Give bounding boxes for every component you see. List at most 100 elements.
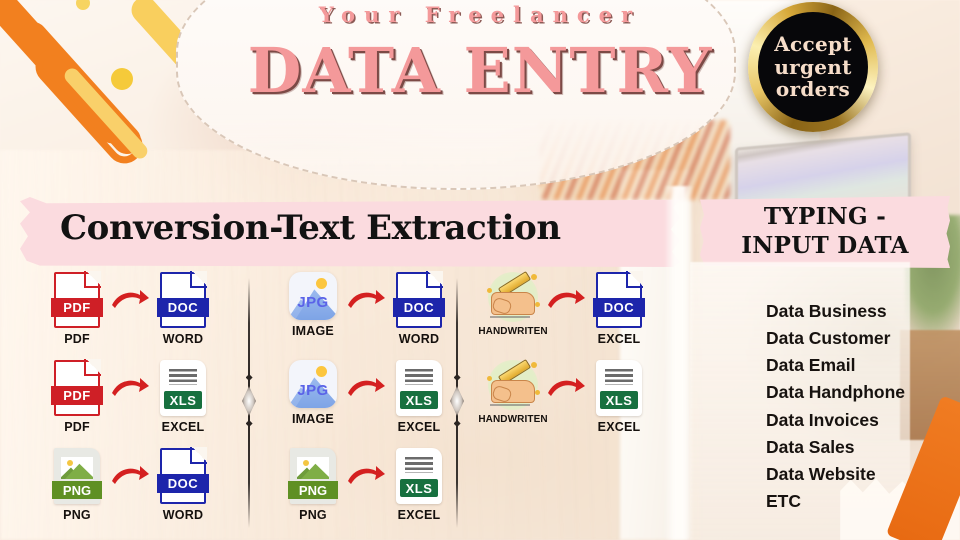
conversion-from[interactable]: PDF PDF	[46, 359, 108, 434]
file-format-tag: PDF	[51, 298, 103, 317]
conversion-from-label: IMAGE	[292, 412, 334, 426]
sun-icon	[316, 278, 327, 289]
file-format-tag: XLS	[400, 479, 438, 497]
text-lines-icon	[405, 369, 433, 385]
conversion-to[interactable]: XLS EXCEL	[588, 360, 650, 434]
typing-list-item: Data Customer	[766, 328, 891, 349]
badge-line-1: Accept	[774, 32, 852, 57]
file-corner-fold	[190, 447, 207, 464]
ornament-divider-1	[242, 278, 256, 528]
png-file-icon: PNG	[52, 448, 102, 504]
pdf-file-icon: PDF	[51, 359, 103, 416]
left-panel-heading: Conversion-Text Extraction	[60, 208, 561, 248]
file-format-tag: DOC	[393, 298, 445, 317]
conversion-from-label: PDF	[64, 420, 90, 434]
arrow-right-icon	[544, 360, 588, 416]
sparkle-2	[487, 288, 492, 293]
conversion-from-label: PDF	[64, 332, 90, 346]
arrow-right-icon	[544, 272, 588, 328]
text-lines-icon	[605, 369, 633, 385]
right-panel-heading-line-1: TYPING -	[763, 203, 887, 230]
conversion-from[interactable]: HANDWRITEN	[478, 271, 548, 337]
picture-thumb-icon	[297, 457, 329, 479]
handwriting-icon	[485, 359, 541, 410]
conversion-to[interactable]: DOC WORD	[152, 447, 214, 522]
sun-icon	[67, 460, 73, 466]
divider-diamond-icon	[450, 386, 464, 416]
ornament-divider-2	[450, 278, 464, 528]
text-lines-icon	[169, 369, 197, 385]
file-format-tag: XLS	[164, 391, 202, 409]
file-corner-fold	[84, 271, 101, 288]
conversion-to[interactable]: DOC EXCEL	[588, 271, 650, 346]
sparkle-3	[535, 390, 540, 395]
pdf-file-icon: PDF	[51, 271, 103, 328]
divider-knob-top	[453, 374, 461, 381]
arrow-right-icon	[344, 360, 388, 416]
conversion-to-label: EXCEL	[161, 420, 205, 434]
doc-file-icon: DOC	[157, 447, 209, 504]
doc-file-icon: DOC	[393, 271, 445, 328]
divider-knob-bottom	[453, 420, 461, 427]
file-corner-fold	[426, 271, 443, 288]
file-corner-fold	[626, 271, 643, 288]
typing-list-item: Data Handphone	[766, 382, 906, 403]
badge-inner: Accept urgent orders	[758, 12, 868, 122]
xls-file-icon: XLS	[596, 360, 642, 416]
file-format-tag: PDF	[51, 386, 103, 405]
doc-file-icon: DOC	[593, 271, 645, 328]
file-corner-fold	[190, 271, 207, 288]
arrow-right-icon	[344, 448, 388, 504]
conversion-to-label: WORD	[398, 332, 440, 346]
right-panel-heading-line-2: INPUT DATA	[741, 231, 909, 259]
sparkle-1	[531, 362, 537, 368]
conversion-to[interactable]: XLS EXCEL	[388, 448, 450, 522]
conversion-from-label: HANDWRITEN	[478, 326, 548, 337]
conversion-to-label: WORD	[162, 508, 204, 522]
writing-line-icon	[490, 316, 530, 318]
sparkle-1	[531, 274, 537, 280]
file-format-tag: JPG	[297, 382, 329, 399]
conversion-to-label: EXCEL	[597, 420, 641, 434]
conversion-to-label: EXCEL	[597, 332, 641, 346]
arrow-right-icon	[108, 272, 152, 328]
conversion-from[interactable]: JPG IMAGE	[282, 360, 344, 426]
doc-file-icon: DOC	[157, 271, 209, 328]
sparkle-3	[535, 302, 540, 307]
badge-line-3: orders	[775, 77, 851, 102]
file-format-tag: PNG	[52, 481, 102, 499]
typing-list-item: Data Business	[766, 301, 887, 321]
conversion-from[interactable]: JPG IMAGE	[282, 272, 344, 338]
jpg-image-icon: JPG	[289, 360, 337, 408]
typing-list-item: Data Email	[766, 355, 856, 376]
divider-knob-top	[245, 374, 253, 381]
conversion-to-label: EXCEL	[397, 508, 441, 522]
conversion-from[interactable]: PNG PNG	[282, 448, 344, 522]
picture-thumb-icon	[61, 457, 93, 479]
file-format-tag: DOC	[157, 474, 209, 493]
conversion-to[interactable]: DOC WORD	[152, 271, 214, 346]
writing-line-icon	[490, 404, 530, 406]
conversion-to-label: WORD	[162, 332, 204, 346]
conversion-from-label: HANDWRITEN	[478, 414, 548, 425]
divider-diamond-icon	[242, 386, 256, 416]
conversion-to[interactable]: DOC WORD	[388, 271, 450, 346]
conversion-from[interactable]: PNG PNG	[46, 448, 108, 522]
file-corner-fold	[84, 359, 101, 376]
conversion-from-label: IMAGE	[292, 324, 334, 338]
png-file-icon: PNG	[288, 448, 338, 504]
accept-urgent-orders-badge[interactable]: Accept urgent orders	[748, 2, 878, 132]
file-format-tag: XLS	[400, 391, 438, 409]
conversion-from[interactable]: HANDWRITEN	[478, 359, 548, 425]
conversion-to[interactable]: XLS EXCEL	[152, 360, 214, 434]
divider-knob-bottom	[245, 420, 253, 427]
sparkle-2	[487, 376, 492, 381]
conversion-from[interactable]: PDF PDF	[46, 271, 108, 346]
sun-icon	[316, 366, 327, 377]
arrow-right-icon	[108, 360, 152, 416]
file-format-tag: JPG	[297, 294, 329, 311]
file-format-tag: XLS	[600, 391, 638, 409]
conversion-to[interactable]: XLS EXCEL	[388, 360, 450, 434]
poster-canvas: Your Freelancer DATA ENTRY Accept urgent…	[0, 0, 960, 540]
conversion-to-label: EXCEL	[397, 420, 441, 434]
